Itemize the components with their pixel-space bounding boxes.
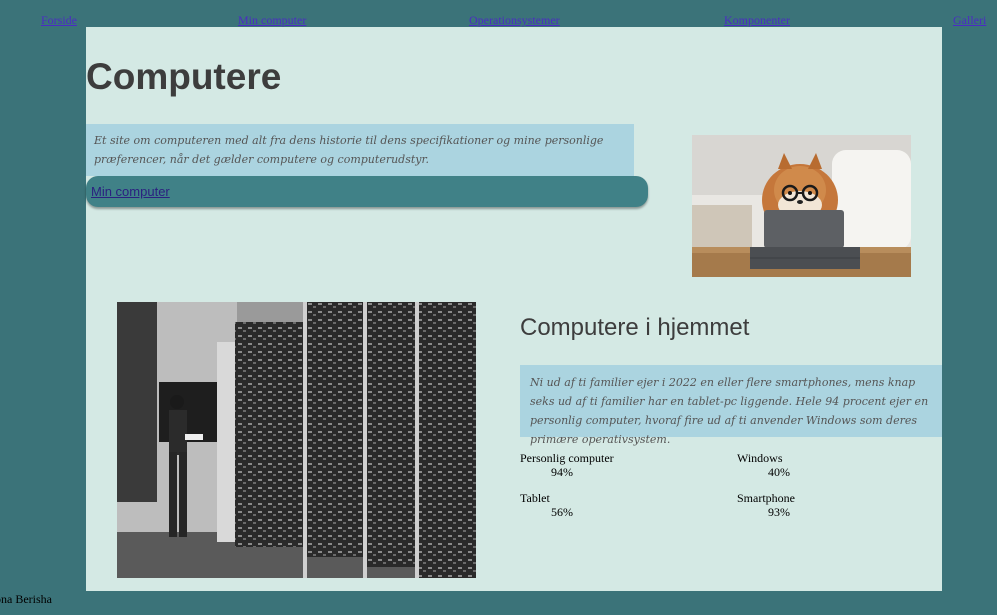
min-computer-link[interactable]: Min computer (91, 184, 170, 199)
intro-text: Et site om computeren med alt fra dens h… (86, 124, 634, 176)
server-room-image (117, 302, 476, 578)
stat-value: 94% (551, 465, 573, 479)
page-title: Computere (86, 56, 282, 97)
footer-author: ona Berisha (0, 592, 52, 606)
link-bar: Min computer (86, 176, 648, 207)
stat-value: 40% (768, 465, 790, 479)
stat-label: Smartphone (737, 491, 795, 505)
stat-smartphone: Smartphone 93% (737, 491, 795, 519)
nav-link-min-computer[interactable]: Min computer (238, 13, 306, 28)
nav-link-komponenter[interactable]: Komponenter (724, 13, 790, 28)
stat-windows: Windows 40% (737, 451, 790, 479)
section-title: Computere i hjemmet (520, 314, 750, 341)
content-panel: Computere Et site om computeren med alt … (86, 27, 942, 591)
nav-link-forside[interactable]: Forside (41, 13, 77, 28)
section-text: Ni ud af ti familier ejer i 2022 en elle… (520, 365, 942, 446)
stat-personlig-computer: Personlig computer 94% (520, 451, 614, 479)
stat-value: 56% (551, 505, 573, 519)
stat-label: Tablet (520, 491, 550, 505)
stat-value: 93% (768, 505, 790, 519)
dog-laptop-image (692, 135, 911, 277)
nav-link-galleri[interactable]: Galleri (953, 13, 986, 28)
nav-link-operationsystemer[interactable]: Operationsystemer (469, 13, 560, 28)
stat-label: Windows (737, 451, 783, 465)
stat-label: Personlig computer (520, 451, 614, 465)
stat-tablet: Tablet 56% (520, 491, 573, 519)
